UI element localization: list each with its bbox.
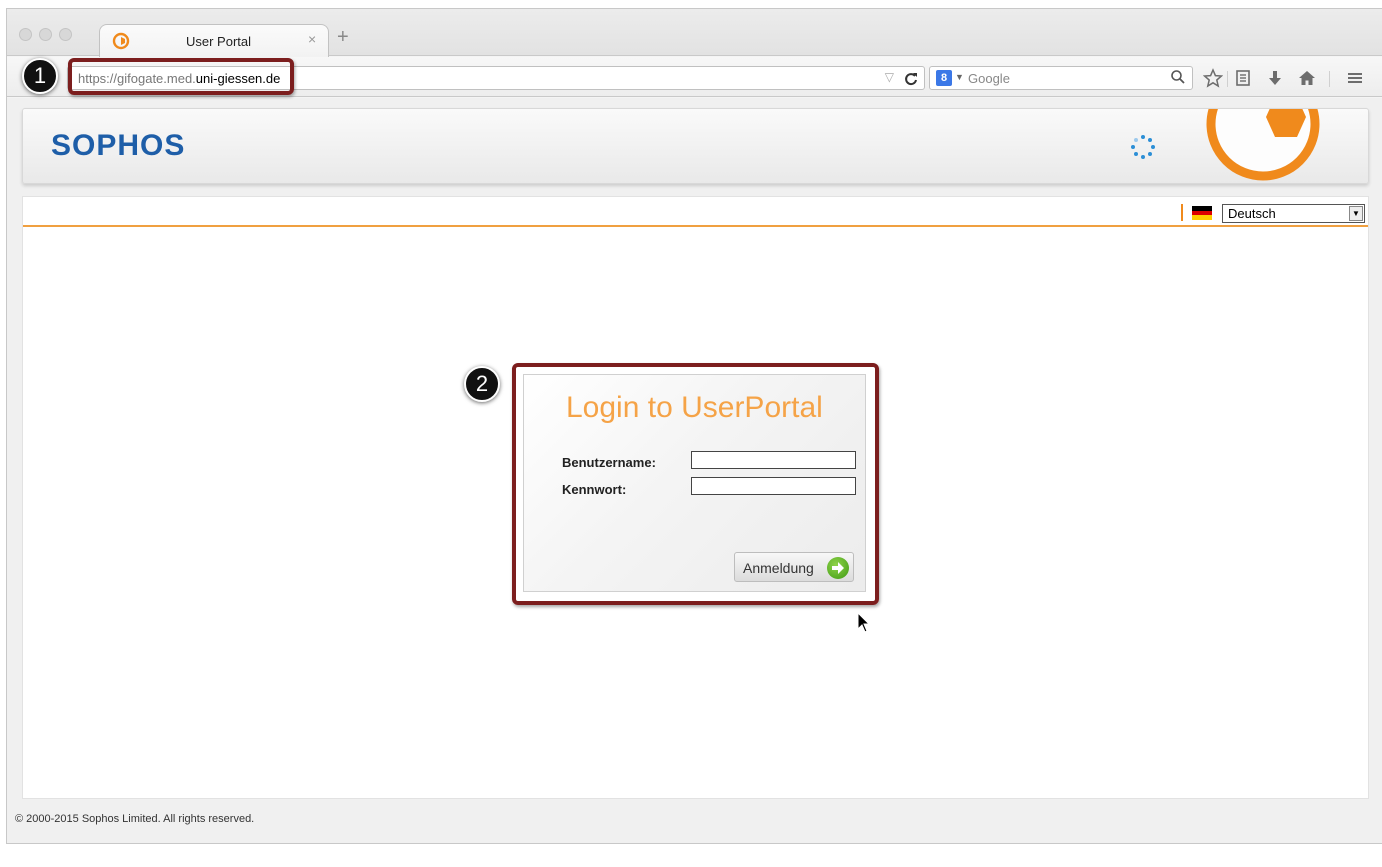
language-select[interactable]: Deutsch ▼ [1222,204,1365,223]
sophos-badge-icon [1206,109,1320,181]
reading-list-icon[interactable] [1233,68,1253,88]
download-icon[interactable] [1265,68,1285,88]
callout-2: 2 [464,366,500,402]
tab-strip: User Portal × + [7,9,1382,57]
search-bar[interactable]: 8 ▼ Google [929,66,1193,90]
language-bar: Deutsch ▼ [23,197,1368,227]
close-window-button[interactable] [19,28,32,41]
language-divider [1181,204,1183,221]
sophos-favicon-icon [112,32,130,50]
sophos-header: SOPHOS [22,108,1369,184]
search-placeholder: Google [968,71,1010,86]
reload-icon[interactable] [904,68,918,90]
home-icon[interactable] [1297,68,1317,88]
tab-close-icon[interactable]: × [308,31,316,47]
loading-spinner-icon [1131,135,1155,159]
login-highlight-box [512,363,879,605]
callout-1: 1 [22,58,58,94]
language-selected-value: Deutsch [1228,206,1276,221]
german-flag-icon [1192,206,1212,221]
menu-icon[interactable] [1345,68,1365,88]
search-icon[interactable] [1170,69,1186,85]
toolbar-separator [1329,71,1330,87]
star-icon[interactable] [1203,68,1223,88]
history-dropdown-icon[interactable]: ▽ [885,70,894,84]
minimize-window-button[interactable] [39,28,52,41]
new-tab-button[interactable]: + [337,27,349,47]
dropdown-arrow-icon[interactable]: ▼ [1349,206,1363,221]
mouse-cursor-icon [857,612,871,633]
zoom-window-button[interactable] [59,28,72,41]
toolbar-separator [1227,71,1228,87]
sophos-logo: SOPHOS [51,129,186,162]
footer-copyright: © 2000-2015 Sophos Limited. All rights r… [15,813,255,825]
tab-title: User Portal [186,34,252,49]
engine-dropdown-icon[interactable]: ▼ [955,72,964,82]
google-engine-icon[interactable]: 8 [936,70,952,86]
url-highlight-box [68,58,294,95]
tab-user-portal[interactable]: User Portal × [99,24,329,57]
